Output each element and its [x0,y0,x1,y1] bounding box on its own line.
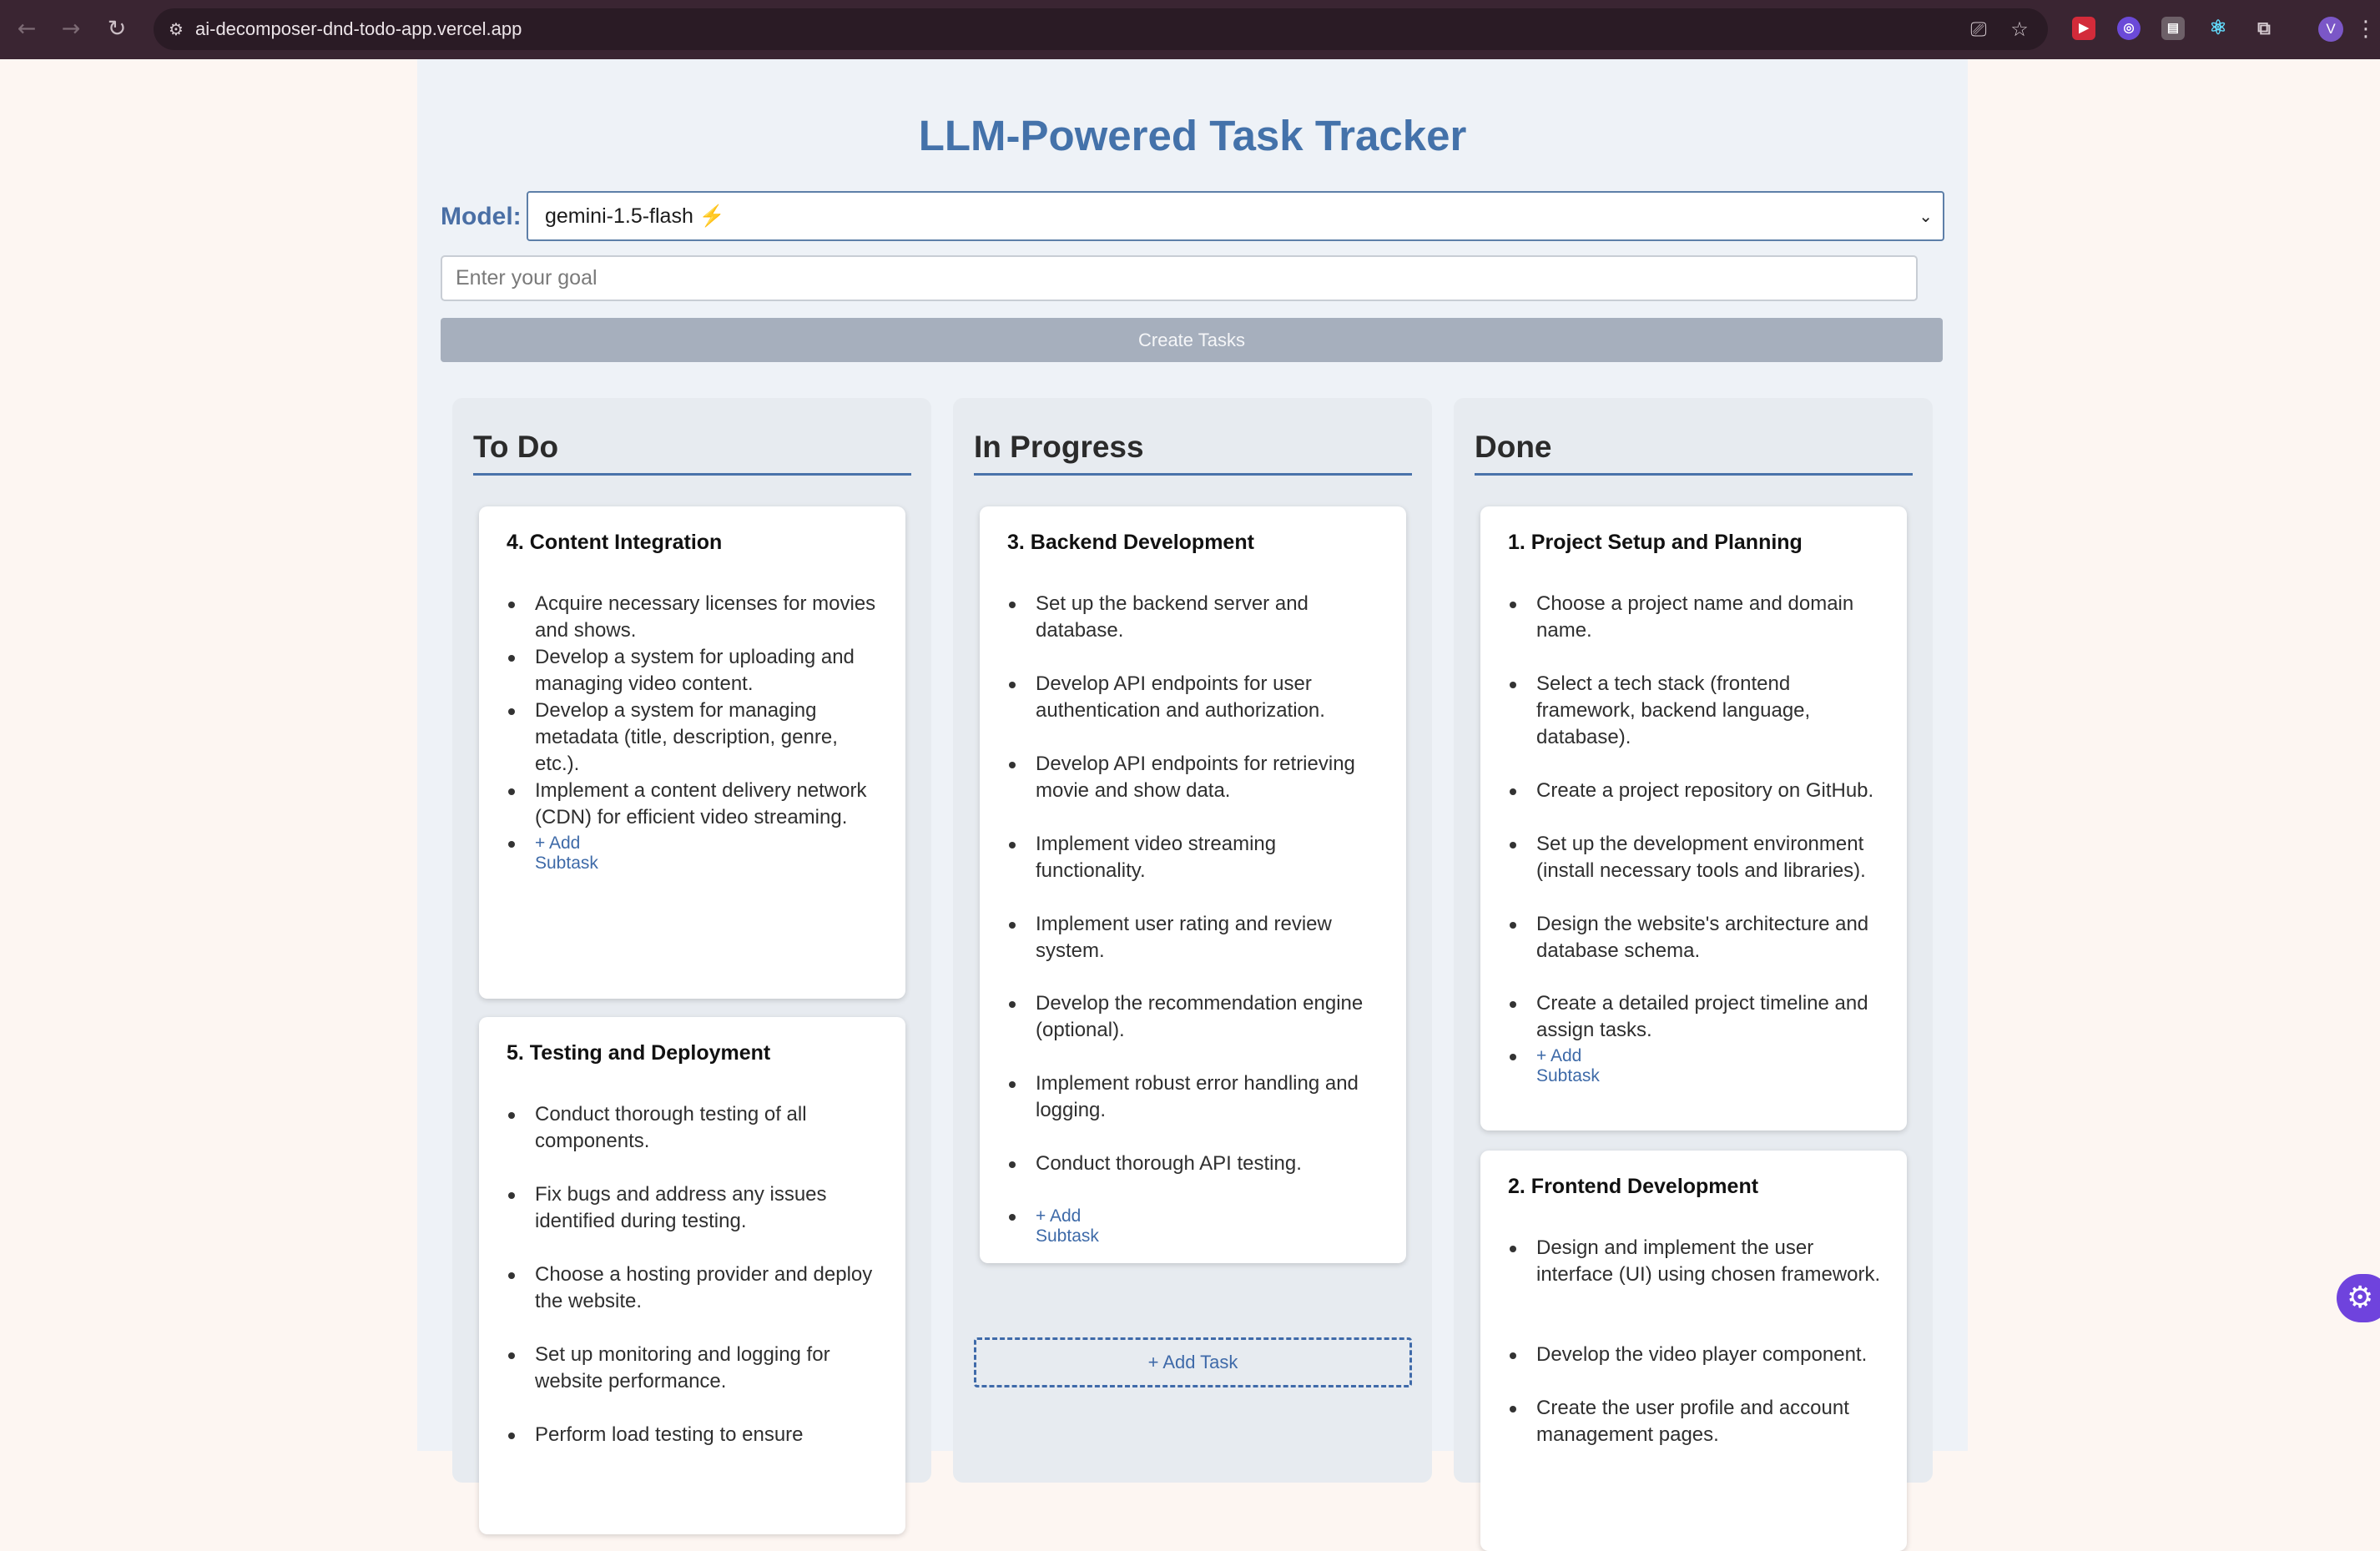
subtask-item[interactable]: Conduct thorough API testing. [1009,1151,1386,1177]
extension-red-icon[interactable]: ▶ [2072,17,2095,40]
back-icon[interactable]: ← [12,14,42,44]
lightning-icon: ⚡ [698,204,725,228]
add-subtask-button[interactable]: + Add Subtask [1510,1046,1600,1086]
task-tracker-app: LLM-Powered Task Tracker Model: gemini-1… [417,59,1968,1551]
create-tasks-button[interactable]: Create Tasks [441,318,1943,362]
subtask-item[interactable]: Choose a project name and domain name. [1510,591,1887,644]
subtask-item[interactable]: Fix bugs and address any issues identifi… [508,1181,885,1235]
task-card[interactable]: 1. Project Setup and Planning Choose a p… [1480,506,1907,1131]
chevron-down-icon: ⌄ [1919,206,1933,226]
subtask-item[interactable]: Select a tech stack (frontend framework,… [1510,671,1887,751]
browser-menu-icon[interactable]: ⋮ [2355,14,2377,44]
subtask-item[interactable]: Develop the recommendation engine (optio… [1009,990,1386,1044]
subtask-item[interactable]: Develop the video player component. [1510,1342,1887,1368]
model-select[interactable]: gemini-1.5-flash ⚡ ⌄ [527,191,1944,241]
url-text[interactable]: ai-decomposer-dnd-todo-app.vercel.app [195,8,522,50]
column-title: To Do [473,430,559,464]
subtask-item[interactable]: Perform load testing to ensure [508,1422,885,1448]
subtask-item[interactable]: Set up the development environment (inst… [1510,831,1887,884]
extension-window-icon[interactable]: ▤ [2161,17,2185,40]
extensions-puzzle-icon[interactable]: ⧉ [2252,17,2276,40]
task-title: 3. Backend Development [1007,531,1254,554]
column-in-progress[interactable]: In Progress 3. Backend Development Set u… [953,398,1432,1483]
column-todo[interactable]: To Do 4. Content Integration Acquire nec… [452,398,931,1534]
model-select-value: gemini-1.5-flash [545,204,693,228]
subtask-item[interactable]: Develop API endpoints for retrieving mov… [1009,751,1386,804]
goal-input[interactable] [441,255,1918,301]
subtask-item[interactable]: Implement a content delivery network (CD… [508,778,885,831]
column-done[interactable]: Done 1. Project Setup and Planning Choos… [1454,398,1933,1551]
subtask-item[interactable]: Implement user rating and review system. [1009,911,1386,964]
column-header: Done [1475,421,1913,476]
column-title: Done [1475,430,1552,464]
subtask-item[interactable]: Set up the backend server and database. [1009,591,1386,644]
subtask-item[interactable]: Implement robust error handling and logg… [1009,1070,1386,1124]
site-info-icon[interactable]: ⚙ [165,18,187,40]
reload-icon[interactable]: ↻ [102,14,132,44]
subtask-item[interactable]: Choose a hosting provider and deploy the… [508,1261,885,1315]
subtask-item[interactable]: Develop a system for managing metadata (… [508,697,885,778]
subtask-item[interactable]: Acquire necessary licenses for movies an… [508,591,885,644]
column-title: In Progress [974,430,1144,464]
forward-icon[interactable]: → [56,14,86,44]
task-card[interactable]: 5. Testing and Deployment Conduct thorou… [479,1017,905,1534]
subtask-item[interactable]: Create the user profile and account mana… [1510,1395,1887,1448]
task-title: 1. Project Setup and Planning [1508,531,1803,554]
add-subtask-button[interactable]: + Add Subtask [1009,1206,1099,1246]
extension-purple-icon[interactable]: ◎ [2117,17,2140,40]
subtask-item[interactable]: Conduct thorough testing of all componen… [508,1101,885,1155]
task-title: 5. Testing and Deployment [507,1041,771,1065]
task-card[interactable]: 4. Content Integration Acquire necessary… [479,506,905,999]
add-subtask-button[interactable]: + Add Subtask [508,833,598,874]
task-card[interactable]: 3. Backend Development Set up the backen… [980,506,1406,1263]
page-title: LLM-Powered Task Tracker [918,112,1467,159]
install-app-icon[interactable]: ⎚ [1966,17,1991,42]
column-header: To Do [473,421,911,476]
subtask-item[interactable]: Create a project repository on GitHub. [1510,778,1887,804]
settings-gear-icon[interactable]: ⚙ [2337,1274,2380,1322]
subtask-item[interactable]: Develop API endpoints for user authentic… [1009,671,1386,724]
address-bar[interactable]: ⚙ ai-decomposer-dnd-todo-app.vercel.app … [154,8,2048,50]
task-title: 4. Content Integration [507,531,723,554]
task-card[interactable]: 2. Frontend Development Design and imple… [1480,1151,1907,1551]
react-devtools-icon[interactable]: ⚛ [2206,17,2230,40]
subtask-item[interactable]: Implement video streaming functionality. [1009,831,1386,884]
profile-avatar[interactable]: V [2318,17,2343,42]
bookmark-star-icon[interactable]: ☆ [2007,17,2032,42]
column-header: In Progress [974,421,1412,476]
browser-toolbar: ← → ↻ ⚙ ai-decomposer-dnd-todo-app.verce… [0,0,2380,59]
subtask-item[interactable]: Create a detailed project timeline and a… [1510,990,1887,1044]
model-label: Model: [441,203,522,230]
subtask-item[interactable]: Design the website's architecture and da… [1510,911,1887,964]
add-task-button[interactable]: + Add Task [974,1337,1412,1387]
subtask-item[interactable]: Develop a system for uploading and manag… [508,644,885,697]
subtask-item[interactable]: Set up monitoring and logging for websit… [508,1342,885,1395]
subtask-item[interactable]: Design and implement the user interface … [1510,1235,1887,1288]
model-select-value-wrap: gemini-1.5-flash ⚡ [545,193,725,239]
task-title: 2. Frontend Development [1508,1175,1759,1198]
